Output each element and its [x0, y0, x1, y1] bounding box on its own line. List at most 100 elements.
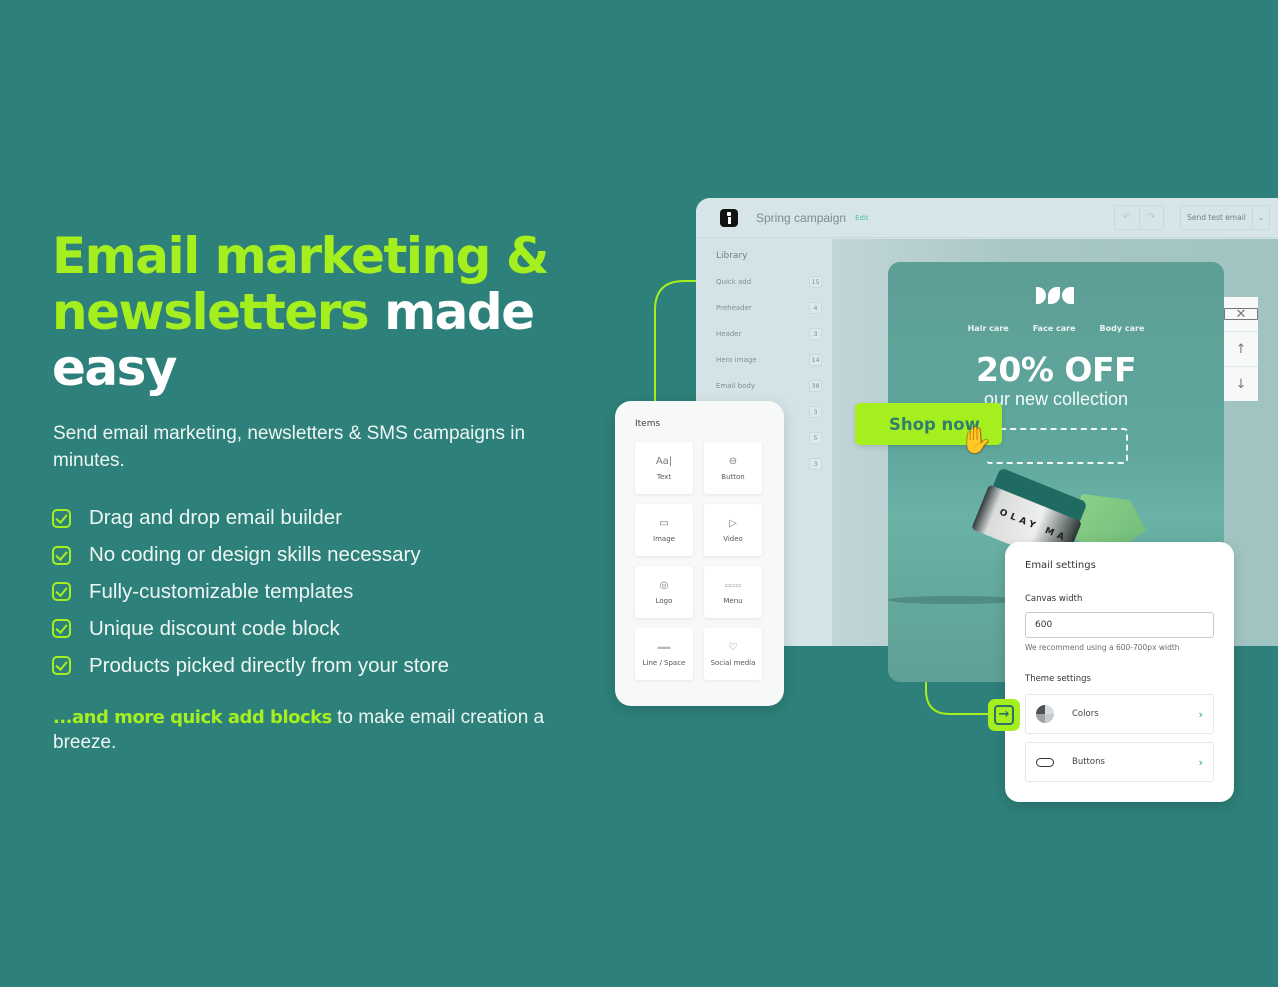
library-item-quick-add[interactable]: Quick add 15 [716, 276, 822, 288]
connector-line-settings [925, 682, 988, 715]
send-test-email-label[interactable]: Send test email [1181, 206, 1253, 229]
feature-item: Drag and drop email builder [52, 500, 449, 537]
library-item-count: 38 [809, 380, 822, 392]
canvas-width-label: Canvas width [1025, 594, 1083, 604]
subhead: Send email marketing, newsletters & SMS … [53, 423, 526, 471]
item-tile-menu[interactable]: ▭▭▭ Menu [704, 566, 762, 618]
feature-item: Products picked directly from your store [52, 647, 449, 684]
item-tile-line-space[interactable]: ═══ Line / Space [635, 628, 693, 680]
feature-text: Fully-customizable templates [89, 579, 354, 603]
headline-white-1: made [368, 283, 535, 341]
item-tile-label: Menu [723, 596, 743, 605]
brand-logo-icon [1036, 287, 1074, 304]
item-tile-label: Text [656, 472, 672, 481]
edit-campaign-link[interactable]: Edit [855, 214, 869, 222]
email-nav: Hair care Face care Body care [888, 324, 1224, 333]
library-item-count: 3 [809, 406, 822, 418]
checkbox-icon [52, 619, 71, 639]
move-up-icon[interactable]: ↑ [1224, 331, 1258, 366]
feature-list: Drag and drop email builder No coding or… [52, 500, 449, 684]
checkbox-icon [52, 545, 71, 565]
item-tile-label: Image [653, 534, 675, 543]
canvas-width-input[interactable]: 600 [1025, 612, 1214, 638]
theme-row-label: Colors [1072, 709, 1099, 719]
feature-text: Unique discount code block [89, 616, 340, 640]
library-item-count: 4 [809, 302, 822, 314]
divider-icon: ═══ [657, 643, 671, 652]
feature-item: No coding or design skills necessary [52, 537, 449, 574]
library-item-label: Header [716, 330, 742, 338]
more-blocks-text: ...and more quick add blocks to make ema… [53, 705, 563, 755]
menu-icon: ▭▭▭ [724, 581, 742, 589]
settings-title: Email settings [1025, 560, 1096, 571]
theme-row-label: Buttons [1072, 757, 1105, 767]
trash-icon[interactable]: ✕ [1224, 308, 1258, 321]
button-icon: ⊖ [728, 455, 738, 467]
item-tile-logo[interactable]: ◎ Logo [635, 566, 693, 618]
send-test-email-button[interactable]: Send test email ⌄ [1180, 205, 1270, 230]
logo-icon: ◎ [659, 579, 669, 591]
connector-line-library [654, 280, 696, 401]
theme-buttons-row[interactable]: Buttons › [1025, 742, 1214, 782]
campaign-name: Spring campaign [756, 210, 847, 225]
library-item-count: 3 [809, 458, 822, 470]
undo-icon[interactable]: ↶ [1115, 206, 1140, 229]
items-panel: Items Aa| Text ⊖ Button ▭ Image ▷ Video ◎ Log… [615, 401, 784, 706]
headline-white-2: easy [52, 339, 178, 397]
items-title: Items [635, 419, 661, 429]
email-nav-item[interactable]: Hair care [968, 324, 1009, 333]
item-tile-text[interactable]: Aa| Text [635, 442, 693, 494]
library-item-hero-image[interactable]: Hero image 14 [716, 354, 822, 366]
headline: Email marketing & newsletters made easy [52, 228, 572, 396]
move-down-icon[interactable]: ↓ [1224, 366, 1258, 401]
more-blocks-bold: ...and more quick add blocks [53, 707, 332, 728]
library-item-label: Hero image [716, 356, 757, 364]
library-item-preheader[interactable]: Preheader 4 [716, 302, 822, 314]
theme-settings-label: Theme settings [1025, 674, 1091, 684]
library-item-count: 15 [809, 276, 822, 288]
item-tile-video[interactable]: ▷ Video [704, 504, 762, 556]
library-item-count: 14 [809, 354, 822, 366]
chevron-down-icon[interactable]: ⌄ [1253, 214, 1269, 222]
social-heart-icon: ♡ [728, 641, 738, 653]
item-tile-label: Line / Space [642, 658, 686, 667]
image-icon: ▭ [659, 517, 669, 529]
item-tile-button[interactable]: ⊖ Button [704, 442, 762, 494]
item-tile-image[interactable]: ▭ Image [635, 504, 693, 556]
checkbox-icon [52, 656, 71, 676]
drop-target-slot[interactable] [986, 428, 1128, 464]
redo-icon[interactable]: ↷ [1140, 206, 1164, 229]
theme-colors-row[interactable]: Colors › [1025, 694, 1214, 734]
headline-green-1: Email marketing & [52, 227, 549, 285]
connector-badge: → [988, 699, 1020, 731]
library-item-label: Preheader [716, 304, 752, 312]
library-item-count: 5 [809, 432, 822, 444]
color-palette-icon [1036, 705, 1054, 723]
item-tile-label: Logo [655, 596, 673, 605]
library-item-header[interactable]: Header 3 [716, 328, 822, 340]
headline-green-2: newsletters [52, 283, 370, 341]
feature-text: No coding or design skills necessary [89, 543, 421, 567]
feature-text: Products picked directly from your store [89, 653, 450, 677]
canvas-width-hint: We recommend using a 600-700px width [1025, 643, 1180, 652]
arrow-right-icon: → [994, 705, 1014, 725]
undo-redo-group: ↶ ↷ [1114, 205, 1164, 230]
library-item-email-body[interactable]: Email body 38 [716, 380, 822, 392]
text-icon: Aa| [655, 455, 673, 467]
library-item-label: Quick add [716, 278, 752, 286]
delete-block-button[interactable]: ✕ [1224, 297, 1258, 331]
item-tile-social-media[interactable]: ♡ Social media [704, 628, 762, 680]
checkbox-icon [52, 508, 71, 528]
button-shape-icon [1036, 757, 1054, 767]
item-tile-label: Button [721, 472, 745, 481]
email-nav-item[interactable]: Face care [1033, 324, 1076, 333]
product-shadow [888, 596, 1018, 604]
feature-item: Unique discount code block [52, 610, 449, 647]
chevron-right-icon: › [1198, 707, 1203, 721]
item-tile-label: Video [723, 534, 743, 543]
block-tools: ✕ ↑ ↓ [1224, 297, 1258, 401]
email-nav-item[interactable]: Body care [1100, 324, 1145, 333]
app-logo-icon[interactable] [720, 208, 738, 227]
library-title: Library [716, 251, 748, 261]
app-toolbar: Spring campaign Edit ↶ ↷ Send test email… [696, 198, 1278, 238]
